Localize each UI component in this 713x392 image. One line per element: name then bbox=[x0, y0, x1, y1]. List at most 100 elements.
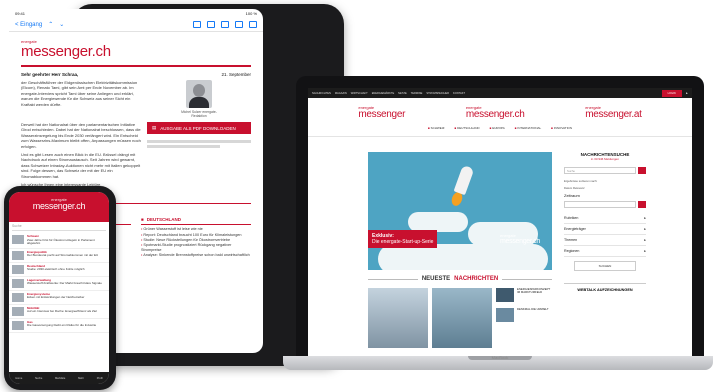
flag-icon[interactable] bbox=[193, 21, 201, 28]
news-thumbnail bbox=[12, 278, 24, 288]
news-thumbnail[interactable] bbox=[496, 288, 514, 302]
ipad-status-bar: 09:41 100 % bbox=[9, 9, 263, 18]
logo-messenger-de[interactable]: energate messenger bbox=[358, 106, 405, 120]
tab-search[interactable]: Suche bbox=[35, 377, 42, 380]
news-thumbnail[interactable] bbox=[496, 308, 514, 322]
nav-item[interactable]: TERMINE bbox=[411, 92, 423, 95]
news-thumbnail[interactable] bbox=[432, 288, 492, 348]
tab-europa[interactable]: EUROPA bbox=[490, 126, 504, 130]
website-top-nav: NACHRICHTEN MAGAZIN WIRTSCHAFT ENERGIEMÄ… bbox=[308, 88, 692, 98]
placeholder-line bbox=[147, 140, 251, 143]
search-sidebar: NACHRICHTENSUCHE in 33.946 Meldungen Suc… bbox=[564, 152, 646, 292]
news-thumbnail bbox=[12, 292, 24, 302]
tab-profile[interactable]: Profil bbox=[97, 377, 103, 380]
mail-toolbar: < Eingang ⌃ ⌄ bbox=[9, 18, 263, 32]
chevron-down-icon[interactable]: ⌄ bbox=[59, 21, 64, 28]
newsletter-date: 21. September bbox=[221, 72, 251, 77]
app-logo-main: messenger.ch bbox=[32, 201, 86, 211]
login-button[interactable]: LOGIN bbox=[661, 89, 682, 97]
region-tabs: SCHWEIZ DEUTSCHLAND EUROPA INTERNATIONAL… bbox=[308, 124, 692, 137]
tab-more[interactable]: Mehr bbox=[78, 377, 84, 380]
status-time: 09:41 bbox=[15, 11, 26, 16]
red-divider bbox=[21, 65, 251, 67]
folder-icon[interactable] bbox=[207, 21, 215, 28]
body-paragraph-1: Derweil hat der Nationalrat über den par… bbox=[21, 122, 141, 149]
filter-rubriken[interactable]: Rubriken bbox=[564, 213, 646, 224]
date-range-input[interactable] bbox=[564, 201, 636, 208]
news-thumbnail bbox=[12, 235, 24, 244]
filter-energietraeger[interactable]: Energieträger bbox=[564, 224, 646, 235]
news-item-title[interactable]: ENERGIESPARKONZEPT IM MARKTUMFELD bbox=[517, 287, 553, 295]
user-icon[interactable]: ♟ bbox=[686, 92, 688, 95]
mail-back-button[interactable]: < Eingang bbox=[15, 22, 42, 28]
tab-innovation[interactable]: INNOVATION bbox=[551, 126, 572, 130]
search-submit-button[interactable]: SUCHEN bbox=[574, 261, 636, 271]
cloud-shape bbox=[408, 212, 468, 232]
section-deutschland-title: ■ DEUTSCHLAND bbox=[141, 217, 181, 223]
sort-options[interactable]: Datum Relevanz bbox=[564, 186, 646, 190]
list-item[interactable]: Schweiz Zwei Jahre Frist für Ökostrom-Reg… bbox=[9, 233, 109, 249]
tab-bookmarks[interactable]: Merkliste bbox=[55, 377, 65, 380]
trash-icon[interactable] bbox=[221, 21, 229, 28]
placeholder-line bbox=[147, 145, 220, 148]
chevron-up-icon[interactable]: ⌃ bbox=[48, 21, 53, 28]
news-item-title[interactable]: DENKMAL DIE UMWELT bbox=[517, 307, 553, 311]
list-item[interactable]: Energiepolitik Der Bundesrat pocht auf St… bbox=[9, 249, 109, 263]
nav-item[interactable]: ENERGIEMÄRKTE bbox=[372, 92, 394, 95]
tab-home[interactable]: Home bbox=[15, 377, 22, 380]
news-thumbnail bbox=[12, 264, 24, 274]
app-search-input[interactable]: Suche bbox=[12, 224, 106, 231]
list-item[interactable]: Deutschland Studie: 2030 elektrisch ohne … bbox=[9, 263, 109, 277]
hero-logo: energate messenger.ch bbox=[500, 233, 540, 246]
device-mockup-stage: 09:41 100 % < Eingang ⌃ ⌄ energate messe… bbox=[0, 0, 713, 392]
logo-messenger-at[interactable]: energate messenger.at bbox=[585, 106, 642, 120]
list-item[interactable]: Gas Die Gasversorgung bleibt ein Risiko f… bbox=[9, 319, 109, 333]
reply-icon[interactable] bbox=[235, 21, 243, 28]
sidebar-subtitle: in 33.946 Meldungen bbox=[590, 157, 620, 161]
intro-block: der Geschäftsführer der Eidgenössischen … bbox=[9, 77, 263, 118]
macbook-brand-label: MacBook bbox=[491, 355, 509, 360]
tab-schweiz[interactable]: SCHWEIZ bbox=[428, 126, 445, 130]
logo-messenger-ch[interactable]: energate messenger.ch bbox=[466, 106, 525, 120]
app-header: energate messenger.ch bbox=[9, 192, 109, 222]
news-thumbnail[interactable] bbox=[368, 288, 428, 348]
news-thumbnail bbox=[12, 320, 24, 330]
compose-icon[interactable] bbox=[249, 21, 257, 28]
list-item[interactable]: Energiesysteme Ecken mit Entwicklungen de… bbox=[9, 291, 109, 305]
list-item[interactable]: Lagerverwaltung Wasserstoff-Kraftwerke: D… bbox=[9, 277, 109, 291]
search-input[interactable]: Suche bbox=[564, 167, 636, 174]
author-photo bbox=[186, 80, 212, 108]
filter-themen[interactable]: Themen bbox=[564, 235, 646, 246]
sort-label: Ergebnisse sortieren nach: bbox=[564, 179, 598, 183]
greeting: Sehr geehrter Herr Schraa, bbox=[21, 72, 79, 77]
search-icon[interactable] bbox=[638, 167, 646, 174]
nav-item[interactable]: NACHRICHTEN bbox=[312, 92, 331, 95]
pdf-icon: ▤ bbox=[152, 125, 157, 130]
news-thumbnail bbox=[12, 306, 24, 316]
deutschland-bullet-list: Grüner Wasserstoff ist leise wie nie Rep… bbox=[141, 227, 251, 258]
latest-news-heading: NEUESTE NACHRICHTEN bbox=[368, 276, 552, 282]
list-item[interactable]: Mobilität Auf ein Interview bei Roche: En… bbox=[9, 305, 109, 319]
calendar-icon[interactable] bbox=[638, 201, 646, 208]
tab-international[interactable]: INTERNATIONAL bbox=[515, 126, 541, 130]
nav-item[interactable]: NETZE bbox=[398, 92, 407, 95]
nav-item[interactable]: WIRTSCHAFT bbox=[351, 92, 368, 95]
nav-item[interactable]: MAGAZIN bbox=[335, 92, 347, 95]
webtalk-heading: WEBTALK AUFZEICHNUNGEN bbox=[564, 283, 646, 292]
site-logos: energate messenger energate messenger.ch… bbox=[308, 98, 692, 124]
pdf-download-button[interactable]: ▤ AUSGABE ALS PDF DOWNLOADEN bbox=[147, 122, 251, 134]
list-item[interactable]: Analyse: Sinkende Brennstoffpreise schon… bbox=[141, 253, 251, 258]
hero-banner[interactable]: Exklusiv: Die energate-Start-up-Serie en… bbox=[368, 152, 552, 270]
zeitraum-label: Zeitraum bbox=[564, 193, 580, 198]
filter-regionen[interactable]: Regionen bbox=[564, 246, 646, 257]
news-thumbnail bbox=[12, 250, 24, 260]
body-paragraph-2: Und es gibt Lesen auch einen Blick in di… bbox=[21, 152, 141, 179]
nav-item[interactable]: KONTAKT bbox=[453, 92, 465, 95]
logo-main-text: messenger.ch bbox=[21, 43, 111, 60]
german-flag-icon: ■ bbox=[141, 217, 144, 223]
nav-item[interactable]: STROMSPEICHER bbox=[426, 92, 449, 95]
list-item[interactable]: Spotmarkt-Studie prognostiziert Rückgang… bbox=[141, 243, 251, 253]
app-tab-bar: Home Suche Merkliste Mehr Profil bbox=[9, 372, 109, 384]
tab-deutschland[interactable]: DEUTSCHLAND bbox=[454, 126, 480, 130]
macbook-screen: NACHRICHTEN MAGAZIN WIRTSCHAFT ENERGIEMÄ… bbox=[308, 88, 692, 356]
